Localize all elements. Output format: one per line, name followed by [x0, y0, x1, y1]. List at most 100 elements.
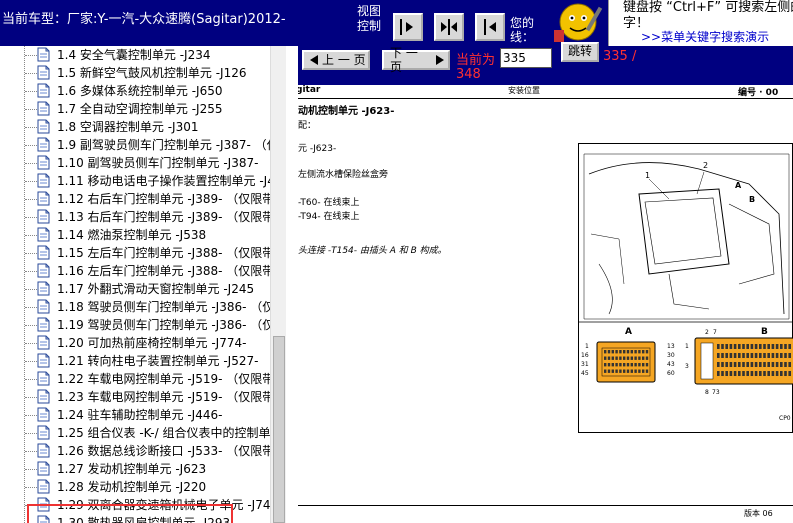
tree-item[interactable]: 1.15 左后车门控制单元 -J388- （仅限带 P: [0, 244, 270, 262]
connector-pin: [642, 350, 645, 354]
tree-scrollbar[interactable]: [270, 46, 286, 523]
document-icon: [37, 155, 50, 170]
tree-item[interactable]: 1.8 空调器控制单元 -J301: [0, 118, 270, 136]
tree-item-label: 1.21 转向柱电子装置控制单元 -J527- （仅: [57, 354, 270, 368]
app-window: 当前车型：厂家:Y-一汽-大众速腾(Sagitar)2012- 视图 控制 您的…: [0, 0, 793, 523]
connector-pin: [775, 371, 779, 376]
tree-item[interactable]: 1.10 副驾驶员侧车门控制单元 -J387- （仅: [0, 154, 270, 172]
tree-item[interactable]: 1.6 多媒体系统控制单元 -J650: [0, 82, 270, 100]
tree-item-label: 1.11 移动电话电子操作装置控制单元 -J412: [57, 174, 270, 188]
connector-pin: [717, 371, 720, 376]
tree-item[interactable]: 1.30 散热器风扇控制单元 -J293-: [0, 514, 270, 523]
document-icon: [37, 389, 50, 404]
tree-item[interactable]: 1.22 车载电网控制单元 -J519- （仅限带 P: [0, 370, 270, 388]
tree-item[interactable]: 1.9 副驾驶员侧车门控制单元 -J387- （仅限: [0, 136, 270, 154]
jump-button[interactable]: 跳转: [561, 42, 599, 62]
connector-pin: [738, 344, 741, 349]
current-vehicle-title: 当前车型：厂家:Y-一汽-大众速腾(Sagitar)2012-: [2, 12, 286, 27]
tree-item[interactable]: 1.23 车载电网控制单元 -J519- （仅限带 P: [0, 388, 270, 406]
connector-pin: [626, 356, 630, 360]
tree-item[interactable]: 1.12 右后车门控制单元 -J389- （仅限带 P: [0, 190, 270, 208]
view-control[interactable]: 视图 控制: [352, 4, 386, 34]
tree-item[interactable]: 1.5 新鲜空气鼓风机控制单元 -J126: [0, 64, 270, 82]
tree-item[interactable]: 1.13 右后车门控制单元 -J389- （仅限带 P: [0, 208, 270, 226]
tree-scrollbar-thumb[interactable]: [273, 336, 285, 523]
svg-text:A: A: [625, 327, 632, 337]
document-page: gitar 安装位置 编号 · 00 动机控制单元 -J623- 配： 元 -J…: [298, 85, 793, 523]
tree-item[interactable]: 1.14 燃油泵控制单元 -J538: [0, 226, 270, 244]
tree-connector: [25, 217, 37, 218]
page-navigation: 上 一 页 下 一 页 当前为 348 跳转 335 /: [298, 42, 793, 82]
connector-pin: [738, 353, 741, 358]
connector-pin: [607, 363, 611, 367]
document-icon: [37, 281, 50, 296]
tree-item[interactable]: 1.16 左后车门控制单元 -J388- （仅限带 P: [0, 262, 270, 280]
connector-pin: [615, 350, 618, 354]
split-arrows-icon: [441, 19, 457, 35]
connector-pin: [619, 356, 622, 360]
svg-text:2: 2: [703, 161, 708, 170]
connector-pin: [746, 371, 749, 376]
document-icon: [37, 515, 50, 523]
svg-text:60: 60: [667, 370, 675, 377]
tree-item[interactable]: 1.24 驻车辅助控制单元 -J446-: [0, 406, 270, 424]
connector-pin: [729, 344, 733, 349]
tree-item-label: 1.20 可加热前座椅控制单元 -J774-: [57, 336, 247, 350]
svg-text:1: 1: [685, 343, 689, 350]
connector-pin: [788, 371, 791, 376]
tree-item[interactable]: 1.11 移动电话电子操作装置控制单元 -J412: [0, 172, 270, 190]
tree-item[interactable]: 1.21 转向柱电子装置控制单元 -J527- （仅: [0, 352, 270, 370]
connector-pin: [611, 356, 614, 360]
view-right-pane-button[interactable]: [475, 13, 505, 41]
document-icon: [37, 317, 50, 332]
connector-pin: [750, 353, 754, 358]
tree-item[interactable]: 1.26 数据总线诊断接口 -J533- （仅限带 P: [0, 442, 270, 460]
view-split-button[interactable]: [434, 13, 464, 41]
document-panel: 上 一 页 下 一 页 当前为 348 跳转 335 / gitar 安装位置 …: [298, 42, 793, 523]
prev-page-button[interactable]: 上 一 页: [302, 50, 370, 70]
page-number-input[interactable]: [500, 48, 552, 68]
connector-pin: [717, 353, 720, 358]
document-icon: [37, 191, 50, 206]
connector-pin: [754, 353, 758, 358]
connector-pin: [742, 353, 745, 358]
connector-pin: [733, 362, 737, 367]
tree-item[interactable]: 1.27 发动机控制单元 -J623: [0, 460, 270, 478]
tree-item[interactable]: 1.28 发动机控制单元 -J220: [0, 478, 270, 496]
document-icon: [37, 335, 50, 350]
tree-item[interactable]: 1.4 安全气囊控制单元 -J234: [0, 46, 270, 64]
connector-pin: [721, 344, 724, 349]
tree-connector: [25, 181, 37, 182]
connector-pin: [645, 369, 649, 373]
tree-item[interactable]: 1.19 驾驶员侧车门控制单元 -J386- （仅限: [0, 316, 270, 334]
tree-item[interactable]: 1.29 双离合器变速箱机械电子单元 -J743: [0, 496, 270, 514]
mechanic-mascot-icon: [548, 0, 608, 46]
tree-item-label: 1.23 车载电网控制单元 -J519- （仅限带 P: [57, 390, 270, 404]
current-page-label: 当前为: [456, 53, 496, 68]
tree-item[interactable]: 1.18 驾驶员侧车门控制单元 -J386- （仅限: [0, 298, 270, 316]
connector-pin: [607, 350, 611, 354]
connector-pin: [638, 369, 641, 373]
connector-pin: [634, 369, 637, 373]
search-demo-link[interactable]: >>菜单关键字搜索演示: [641, 28, 769, 45]
svg-text:1: 1: [585, 343, 589, 350]
next-page-button[interactable]: 下 一 页: [382, 46, 450, 74]
tree-item[interactable]: 1.25 组合仪表 -K-/ 组合仪表中的控制单元: [0, 424, 270, 442]
page-count: 335 /: [603, 49, 637, 64]
connector-pin: [725, 371, 728, 376]
view-left-pane-button[interactable]: [393, 13, 423, 41]
svg-text:3: 3: [685, 363, 689, 370]
triangle-left-icon: [310, 55, 318, 65]
connector-pin: [634, 356, 637, 360]
tree-connector: [25, 91, 37, 92]
tree-connector: [25, 361, 37, 362]
tree-item[interactable]: 1.17 外翻式滑动天窗控制单元 -J245: [0, 280, 270, 298]
connector-pin: [788, 353, 791, 358]
connector-pin: [630, 350, 633, 354]
tree-item[interactable]: 1.7 全自动空调控制单元 -J255: [0, 100, 270, 118]
tree-item[interactable]: 1.20 可加热前座椅控制单元 -J774-: [0, 334, 270, 352]
connector-pin: [775, 353, 779, 358]
document-footer: 版本 06: [744, 509, 773, 518]
connector-pin: [775, 344, 779, 349]
document-header: gitar 安装位置 编号 · 00: [298, 85, 793, 99]
